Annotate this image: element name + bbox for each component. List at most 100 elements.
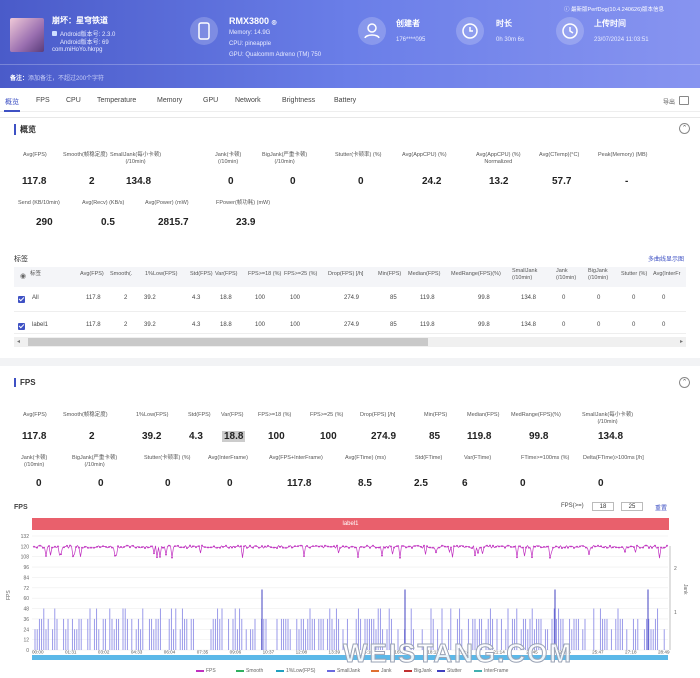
table-scrollbar[interactable]: ◂ ▸ (14, 337, 686, 347)
fps-point (36, 546, 38, 549)
fps-point (534, 545, 536, 548)
x-tick-label: 00:00 (32, 650, 44, 655)
export-icon[interactable] (679, 96, 689, 105)
metric-label: FPS>=18 (%) (258, 412, 292, 418)
metric-label: FTime>=100ms (%) (521, 455, 570, 461)
table-column-header[interactable]: FPS>=18 (%) (248, 271, 281, 278)
fps-point (246, 547, 248, 549)
metric-label: Avg(Power) (mW) (145, 200, 189, 206)
multi-curve-link[interactable]: 多曲线显示图 (648, 254, 684, 263)
table-column-header[interactable]: Smooth(. (110, 271, 132, 278)
metric-value: 57.7 (552, 176, 572, 187)
table-column-header[interactable]: Avg(InterFr (653, 271, 680, 278)
tab-cpu[interactable]: CPU (66, 97, 81, 104)
table-column-header[interactable]: Median(FPS) (408, 271, 440, 278)
fps-point (480, 546, 482, 549)
metric-value: 13.2 (489, 176, 509, 187)
table-column-header[interactable]: 标签 (30, 271, 41, 278)
fps-point (204, 546, 206, 548)
fps-point (231, 546, 233, 549)
collapse-fps-button[interactable]: ⌃ (679, 377, 690, 388)
table-cell: 85 (390, 295, 397, 301)
table-column-header[interactable]: Var(FPS) (215, 271, 238, 278)
overview-divider (0, 117, 700, 118)
table-column-header[interactable]: FPS>=25 (%) (284, 271, 317, 278)
tab-overview[interactable]: 概览 (5, 97, 19, 107)
tab-temperature[interactable]: Temperature (97, 97, 136, 104)
table-column-header[interactable]: Min(FPS) (378, 271, 401, 278)
table-column-header[interactable]: Jank (/10min) (556, 268, 576, 282)
metric-label: BigJank(严重卡顿) (/10min) (72, 455, 118, 468)
scroll-left-icon[interactable]: ◂ (17, 338, 20, 345)
fps-point (330, 545, 332, 548)
table-column-header[interactable]: Stutter (%) (621, 271, 647, 278)
fps-point (444, 545, 446, 548)
creator-title: 创建者 (396, 19, 420, 28)
fps-threshold-input-2[interactable]: 25 (621, 502, 643, 511)
legend-swatch (236, 669, 244, 672)
table-column-header[interactable]: SmallJank (/10min) (512, 268, 537, 282)
table-column-header[interactable]: BigJank (/10min) (588, 268, 608, 282)
fps-point (300, 544, 302, 547)
tab-gpu[interactable]: GPU (203, 97, 218, 104)
metric-value: 100 (268, 431, 285, 442)
table-column-header[interactable]: Std(FPS) (190, 271, 213, 278)
scroll-right-icon[interactable]: ▸ (680, 338, 683, 345)
fps-point (354, 546, 356, 549)
fps-point (216, 546, 218, 549)
collapse-overview-button[interactable]: ⌃ (679, 123, 690, 134)
tab-brightness[interactable]: Brightness (282, 97, 315, 104)
label-band[interactable]: label1 (32, 518, 669, 530)
perfdog-version-link[interactable]: ⓘ 最新版PerfDog(10.4.240626)版本信息 (564, 5, 664, 13)
tab-fps[interactable]: FPS (36, 97, 50, 104)
fps-point (150, 545, 152, 548)
metric-label: Avg(InterFrame) (208, 455, 248, 461)
tab-network[interactable]: Network (235, 97, 261, 104)
scroll-thumb[interactable] (28, 338, 428, 346)
fps-point (267, 544, 269, 547)
fps-point (81, 546, 83, 549)
table-column-header[interactable]: 1%Low(FPS) (145, 271, 177, 278)
fps-point (351, 545, 353, 548)
fps-point (507, 544, 509, 547)
fps-point (399, 556, 401, 559)
fps-point (585, 546, 587, 549)
legend-label: Smooth (246, 668, 264, 674)
table-cell: 18.8 (220, 295, 232, 301)
table-column-header[interactable]: Avg(FPS) (80, 271, 104, 278)
fps-point (261, 545, 263, 547)
fps-point (591, 546, 593, 549)
fps-point (132, 544, 134, 547)
row-checkbox[interactable] (18, 296, 25, 303)
table-column-header[interactable]: MedRange(FPS)(%) (451, 271, 501, 278)
y-tick-label: 120 (21, 544, 30, 550)
fps-point (438, 546, 440, 549)
fps-point (213, 545, 215, 548)
legend-item[interactable]: FPS (196, 668, 216, 674)
row-checkbox[interactable] (18, 323, 25, 330)
table-cell: 274.9 (344, 322, 360, 328)
fps-point (195, 546, 197, 549)
fps-point (345, 545, 347, 548)
clock-icon (456, 17, 484, 45)
y-tick-label: 96 (23, 565, 29, 571)
table-column-header[interactable]: Drop(FPS) [/h] (328, 271, 363, 278)
fps-threshold-input-1[interactable]: 18 (592, 502, 614, 511)
fps-point (381, 554, 383, 557)
eye-icon[interactable]: ◉ (20, 272, 26, 280)
tab-battery[interactable]: Battery (334, 97, 356, 104)
metric-label: Smooth(帧稳定度) (63, 412, 108, 418)
tab-memory[interactable]: Memory (157, 97, 182, 104)
export-button[interactable]: 导出 (663, 97, 675, 106)
fps-point (447, 545, 449, 548)
legend-item[interactable]: Smooth (236, 668, 263, 674)
metric-label: BigJank(严重卡顿) (/10min) (262, 152, 308, 165)
fps-point (51, 546, 53, 549)
fps-point (171, 556, 173, 559)
fps-point (504, 546, 506, 549)
legend-item[interactable]: 1%Low(FPS) (276, 668, 315, 674)
note-row[interactable]: 备注：添加备注，不超过200个字符 (10, 73, 104, 82)
table-cell: 4.3 (192, 322, 201, 328)
reset-button[interactable]: 重置 (655, 503, 667, 512)
metric-value: 2 (89, 431, 95, 442)
